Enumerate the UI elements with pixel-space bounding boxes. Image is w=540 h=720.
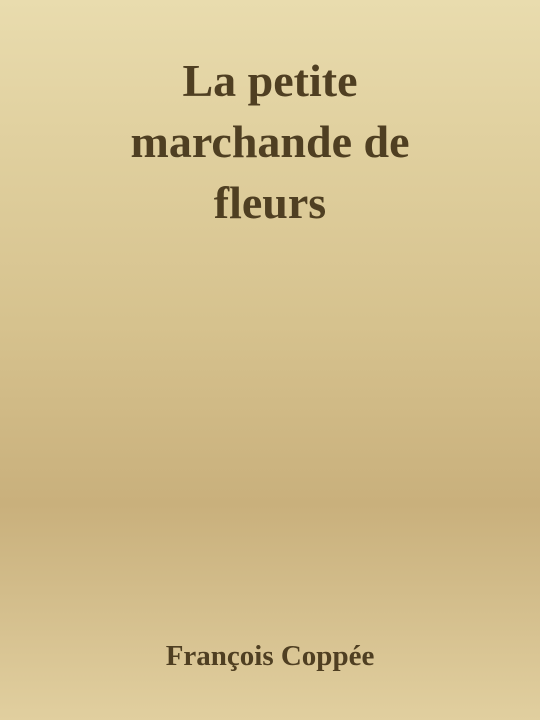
- book-author: François Coppée: [165, 640, 375, 672]
- title-line-2: marchande de: [130, 116, 410, 167]
- title-line-3: fleurs: [213, 177, 327, 228]
- book-cover: La petite marchande de fleurs François C…: [0, 0, 540, 720]
- title-line-1: La petite: [182, 55, 358, 106]
- book-title: La petite marchande de fleurs: [40, 50, 500, 233]
